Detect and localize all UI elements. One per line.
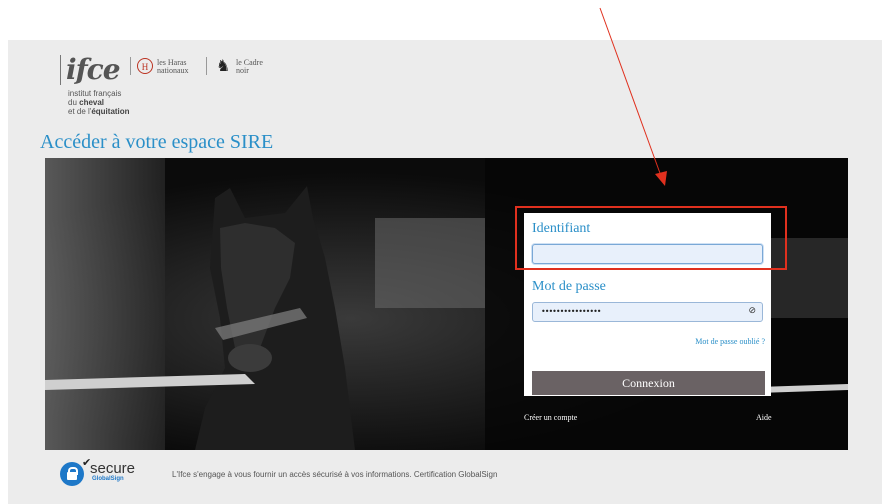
- ifce-logo: ifce institut français du cheval et de l…: [60, 53, 300, 123]
- password-label: Mot de passe: [532, 279, 606, 294]
- connexion-button[interactable]: Connexion: [532, 371, 765, 395]
- password-mask: ••••••••••••••••: [541, 307, 601, 316]
- logo-subtitle: institut français du cheval et de l'équi…: [68, 89, 130, 116]
- password-input[interactable]: •••••••••••••••• ⊘: [532, 302, 763, 322]
- globalsign-secure-badge: ✔ secure GlobalSign: [60, 456, 170, 490]
- highlight-box: [515, 206, 787, 270]
- forgot-password-link[interactable]: Mot de passe oublié ?: [695, 337, 765, 346]
- partner-haras: les Haras nationaux: [157, 58, 189, 75]
- lock-icon: [60, 462, 84, 486]
- toggle-password-visibility-icon[interactable]: ⊘: [748, 306, 756, 316]
- cadre-noir-icon: ♞: [216, 58, 231, 75]
- partner-cadre-noir: le Cadre noir: [236, 58, 263, 75]
- help-link[interactable]: Aide: [756, 413, 772, 422]
- page-title: Accéder à votre espace SIRE: [40, 131, 274, 153]
- security-notice: L'Ifce s'engage à vous fournir un accès …: [172, 470, 498, 479]
- create-account-link[interactable]: Créer un compte: [524, 413, 577, 422]
- ifce-wordmark: ifce: [60, 53, 121, 86]
- haras-seal-icon: H: [137, 58, 153, 74]
